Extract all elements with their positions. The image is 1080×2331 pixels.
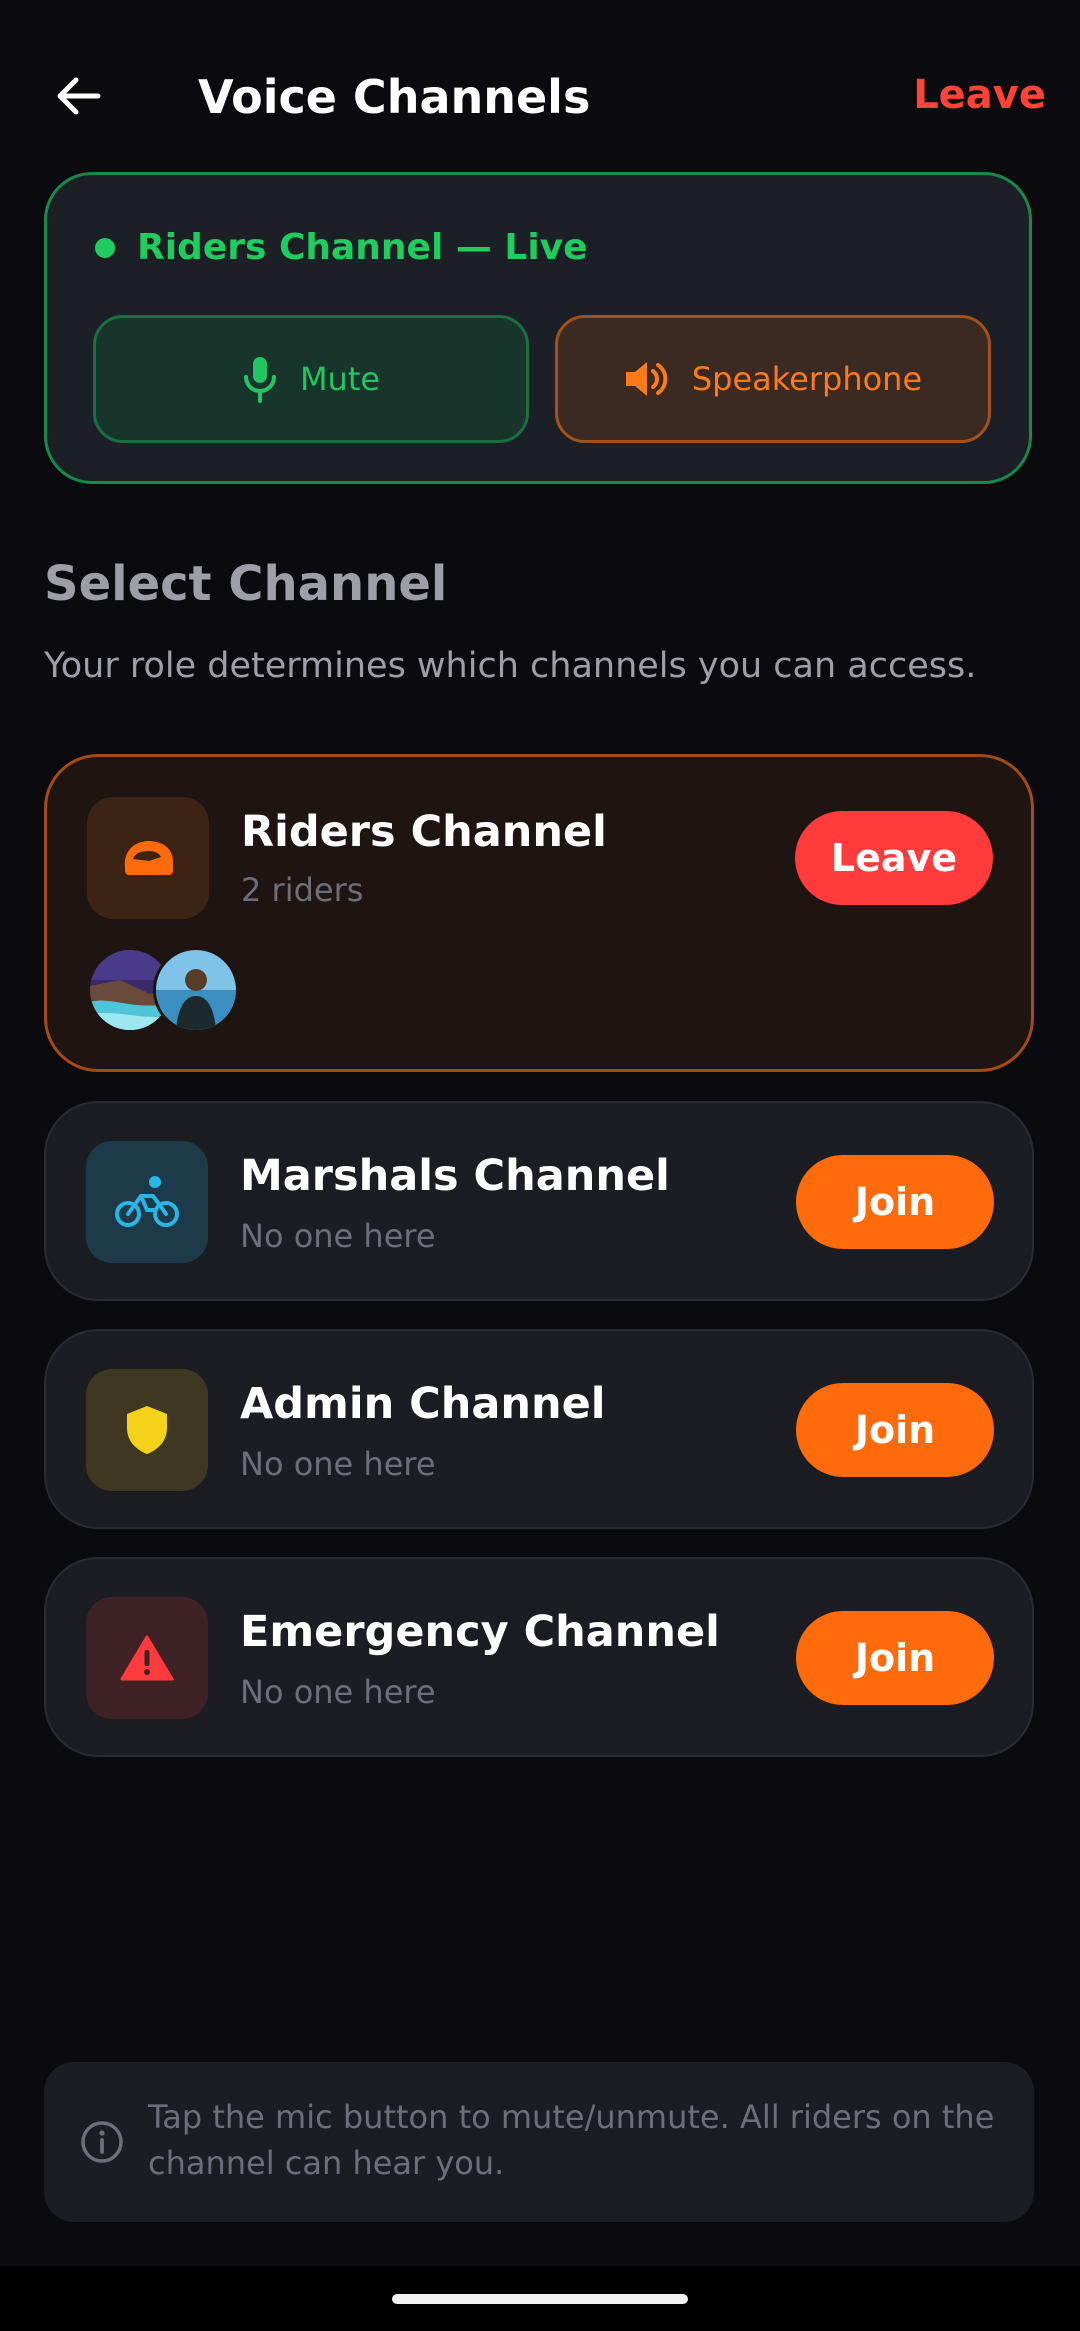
system-navigation-area [0,2266,1080,2331]
live-status-text: Riders Channel — Live [137,227,588,268]
channel-card-admin: Admin Channel No one here Join [44,1329,1034,1529]
bicycle-rider-icon [86,1141,208,1263]
leave-channel-button[interactable]: Leave [795,811,993,905]
section-subtitle: Your role determines which channels you … [44,646,977,686]
join-channel-button[interactable]: Join [796,1383,994,1477]
live-channel-card: Riders Channel — Live Mute Speakerphone [44,172,1032,484]
warning-icon [86,1597,208,1719]
speakerphone-button[interactable]: Speakerphone [555,315,991,443]
mute-label: Mute [299,360,381,398]
home-indicator-bar[interactable] [392,2294,688,2304]
join-channel-button[interactable]: Join [796,1611,994,1705]
page-title: Voice Channels [198,70,591,124]
back-arrow-icon[interactable] [50,68,106,124]
section-title: Select Channel [44,556,448,612]
helmet-icon [87,797,209,919]
app-header: Voice Channels Leave [0,0,1080,180]
live-status: Riders Channel — Live [95,227,588,268]
speaker-icon [624,359,670,399]
info-text: Tap the mic button to mute/unmute. All r… [148,2098,995,2182]
live-indicator-dot [95,237,115,258]
channel-name: Emergency Channel [240,1607,720,1657]
avatar [153,947,239,1033]
shield-icon [86,1369,208,1491]
channel-card-emergency: Emergency Channel No one here Join [44,1557,1034,1757]
channel-name: Riders Channel [241,807,607,857]
channel-card-marshals: Marshals Channel No one here Join [44,1101,1034,1301]
channel-member-count: 2 riders [241,871,364,909]
microphone-icon [242,355,278,403]
info-icon [80,2120,124,2164]
header-leave-button[interactable]: Leave [913,72,1046,118]
channel-member-count: No one here [240,1673,436,1711]
channel-member-count: No one here [240,1445,436,1483]
channel-name: Marshals Channel [240,1151,670,1201]
channel-member-count: No one here [240,1217,436,1255]
channel-name: Admin Channel [240,1379,606,1429]
speakerphone-label: Speakerphone [691,360,923,398]
info-hint-box: Tap the mic button to mute/unmute. All r… [44,2062,1034,2222]
join-channel-button[interactable]: Join [796,1155,994,1249]
mute-button[interactable]: Mute [93,315,529,443]
channel-card-riders: Riders Channel 2 riders Leave [44,754,1034,1072]
